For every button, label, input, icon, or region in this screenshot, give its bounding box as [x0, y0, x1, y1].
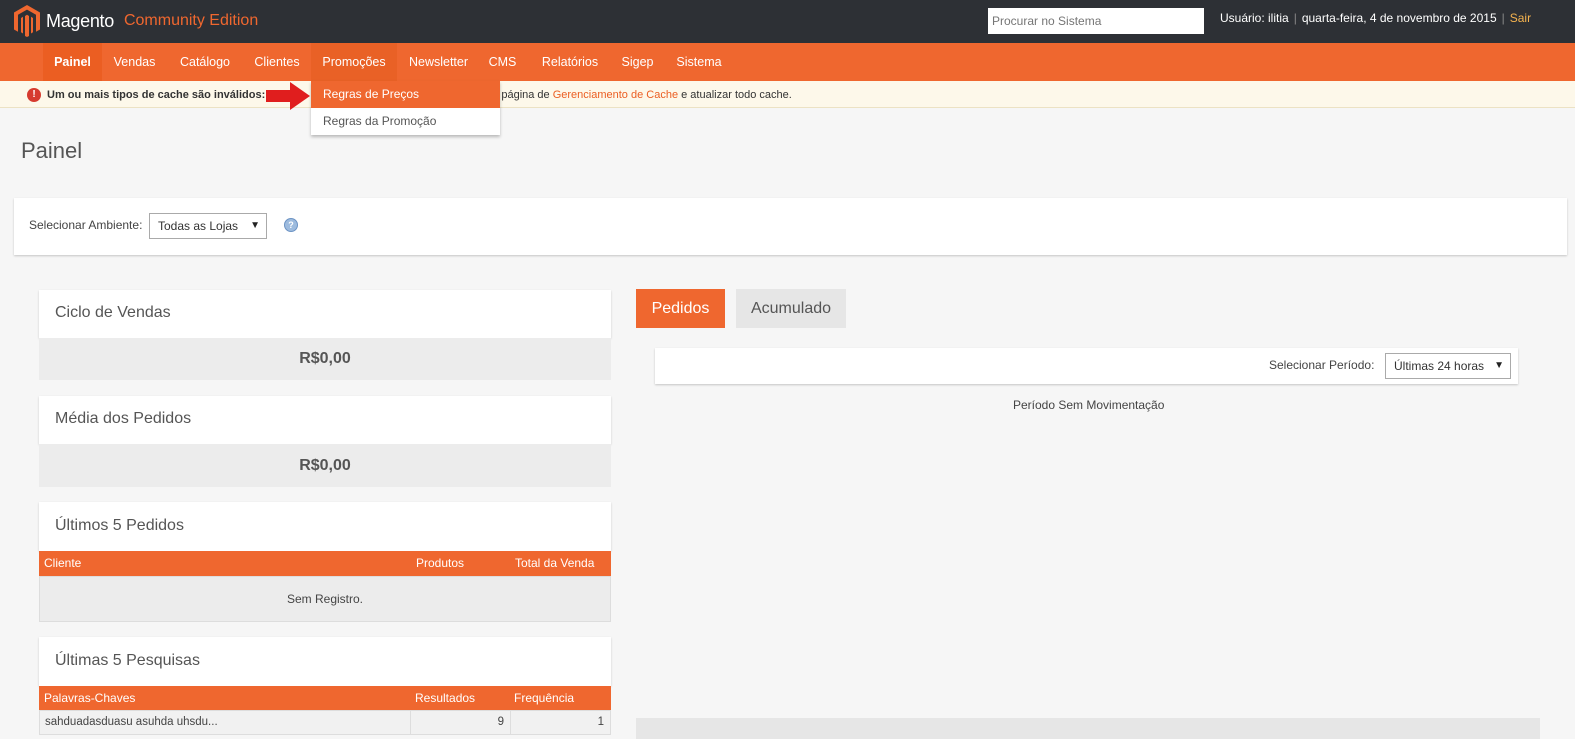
nav-item-vendas[interactable]: Vendas — [102, 43, 167, 81]
column-header-total[interactable]: Total da Venda — [515, 556, 594, 570]
column-header-produtos[interactable]: Produtos — [416, 556, 464, 570]
column-header-palavras[interactable]: Palavras-Chaves — [44, 691, 135, 705]
top-header: Magento Community Edition Usuário: iliti… — [0, 0, 1575, 43]
search-keyword: sahduadasduasu asuhda uhsdu... — [45, 716, 218, 728]
edition-name: Community Edition — [123, 12, 259, 29]
average-order-title: Média dos Pedidos — [55, 410, 192, 427]
column-header-resultados[interactable]: Resultados — [415, 691, 475, 705]
nav-item-relatorios[interactable]: Relatórios — [525, 43, 615, 81]
average-order-header: Média dos Pedidos — [39, 396, 611, 444]
store-select-value: Todas as Lojas — [158, 219, 239, 233]
magento-logo[interactable]: Magento Community Edition — [14, 4, 258, 38]
nav-item-cms[interactable]: CMS — [480, 43, 525, 81]
last-searches-header: Últimas 5 Pesquisas — [39, 637, 611, 686]
lifetime-sales-title: Ciclo de Vendas — [55, 304, 171, 321]
current-date: quarta-feira, 4 de novembro de 2015 — [1301, 11, 1497, 25]
empty-message: Sem Registro. — [286, 592, 364, 606]
user-info: Usuário: ilitia | quarta-feira, 4 de novem… — [1220, 11, 1531, 25]
menu-item-regras-precos[interactable]: Regras de Preços — [311, 81, 500, 108]
promocoes-dropdown: Regras de Preços Regras da Promoção — [311, 81, 500, 135]
lifetime-sales-header: Ciclo de Vendas — [39, 290, 611, 338]
separator: | — [1501, 11, 1505, 25]
separator: | — [1293, 11, 1297, 25]
search-results: 9 — [497, 716, 504, 728]
chart-footer-strip — [636, 718, 1540, 739]
search-frequency: 1 — [597, 716, 604, 728]
dropdown-caret-icon: ▼ — [250, 220, 260, 231]
last-orders-grid-header: Cliente Produtos Total da Venda — [39, 551, 611, 576]
period-label: Selecionar Período: — [1269, 358, 1375, 372]
menu-item-regras-promocao[interactable]: Regras da Promoção — [311, 108, 500, 135]
last-orders-title: Últimos 5 Pedidos — [55, 517, 184, 534]
last-searches-grid-header: Palavras-Chaves Resultados Frequência — [39, 686, 611, 711]
last-searches-title: Últimas 5 Pesquisas — [55, 652, 200, 669]
column-header-cliente[interactable]: Cliente — [44, 556, 81, 570]
magento-logo-icon — [14, 5, 40, 37]
store-switcher-label: Selecionar Ambiente: — [29, 218, 143, 232]
period-selector-bar: Selecionar Período: Últimas 24 horas ▼ — [655, 348, 1518, 384]
cache-message-post: e atualizar todo cache. — [678, 89, 792, 101]
average-order-value: R$0,00 — [39, 444, 611, 487]
user-label: Usuário: ilitia — [1220, 11, 1289, 25]
page-title: Painel — [21, 138, 83, 163]
red-arrow-icon — [266, 82, 310, 110]
dropdown-caret-icon: ▼ — [1494, 360, 1504, 371]
nav-item-sigep[interactable]: Sigep — [615, 43, 660, 81]
global-search-input[interactable] — [988, 8, 1204, 34]
cache-message-text: ir a página de Gerenciamento de Cache e … — [483, 89, 792, 101]
main-nav: Painel Vendas Catálogo Clientes Promoçõe… — [0, 43, 1575, 81]
tab-acumulado[interactable]: Acumulado — [736, 289, 846, 328]
period-select-value: Últimas 24 horas — [1394, 359, 1485, 373]
brand-name: Magento — [46, 10, 114, 31]
error-icon: ! — [27, 88, 41, 102]
nav-item-catalogo[interactable]: Catálogo — [167, 43, 243, 81]
store-switcher: Selecionar Ambiente: Todas as Lojas ▼ ? — [14, 198, 1567, 255]
column-header-frequencia[interactable]: Frequência — [514, 691, 574, 705]
help-icon[interactable]: ? — [284, 218, 298, 232]
nav-item-painel[interactable]: Painel — [43, 43, 102, 81]
nav-item-clientes[interactable]: Clientes — [243, 43, 311, 81]
period-select[interactable]: Últimas 24 horas ▼ — [1385, 353, 1511, 379]
last-orders-empty: Sem Registro. — [39, 576, 611, 622]
logout-link[interactable]: Sair — [1510, 11, 1531, 25]
last-orders-header: Últimos 5 Pedidos — [39, 502, 611, 551]
nav-item-sistema[interactable]: Sistema — [660, 43, 738, 81]
nav-item-promocoes[interactable]: Promoções — [311, 43, 397, 81]
table-row[interactable]: sahduadasduasu asuhda uhsdu... 9 1 — [39, 710, 611, 735]
nav-item-newsletter[interactable]: Newsletter — [397, 43, 480, 81]
no-data-message: Período Sem Movimentação — [1013, 398, 1165, 412]
store-select[interactable]: Todas as Lojas ▼ — [149, 213, 267, 239]
lifetime-sales-value: R$0,00 — [39, 338, 611, 380]
tab-pedidos[interactable]: Pedidos — [636, 289, 725, 328]
cache-message-bold: Um ou mais tipos de cache são inválidos: — [47, 89, 266, 101]
cache-management-link[interactable]: Gerenciamento de Cache — [553, 89, 678, 101]
